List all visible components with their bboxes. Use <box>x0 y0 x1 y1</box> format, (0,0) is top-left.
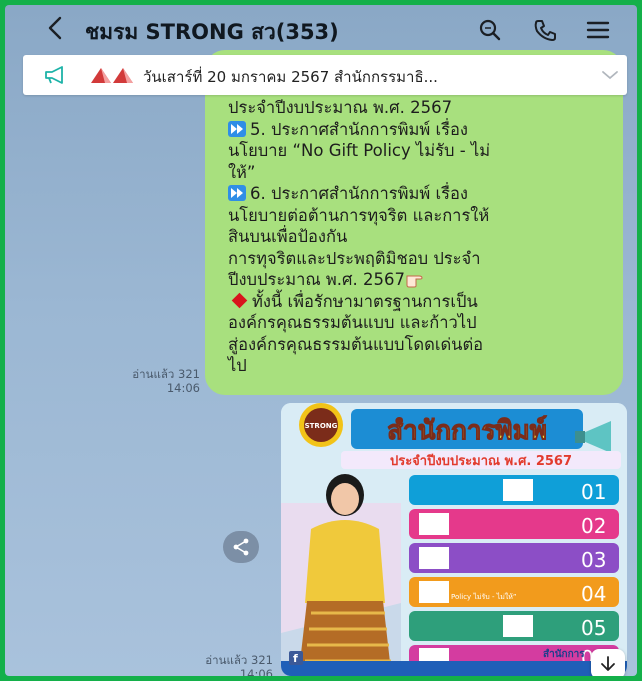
svg-text:สำนักการ: สำนักการ <box>543 648 585 660</box>
menu-icon[interactable] <box>585 17 611 43</box>
tent-emoji-icon <box>91 68 133 83</box>
back-icon[interactable] <box>45 15 67 41</box>
chat-header: ชมรม STRONG สว(353) <box>5 5 637 53</box>
message-line: นโยบาย “No Gift Policy ไม่รับ - ไม่ <box>228 141 491 160</box>
read-receipt: อ่านแล้ว 321 14:06 <box>205 653 273 676</box>
message-line: ทั้งนี้ เพื่อรักษามาตรฐานการเป็น <box>228 291 613 313</box>
svg-text:04: 04 <box>581 582 606 606</box>
svg-text:05: 05 <box>581 616 606 640</box>
chevron-down-icon[interactable] <box>601 68 619 82</box>
message-line: นโยบายต่อต้านการทุจริต และการให้ <box>228 205 490 225</box>
message-line: ไป <box>228 356 247 375</box>
message-line: ให้” <box>228 162 256 182</box>
scroll-down-button[interactable] <box>591 649 625 676</box>
pointing-hand-icon <box>406 275 423 288</box>
share-icon <box>233 538 249 556</box>
read-receipt: อ่านแล้ว 321 14:06 <box>132 367 200 395</box>
fast-forward-icon <box>228 185 246 201</box>
message-line: 6. ประกาศสำนักการพิมพ์ เรื่อง <box>228 183 613 205</box>
svg-text:f: f <box>293 652 298 665</box>
poster-graphic: STRONG สำนักการพิมพ์ ประจำปีงบประมาณ พ.ศ… <box>281 403 627 676</box>
search-icon[interactable] <box>477 17 503 43</box>
megaphone-icon <box>45 66 63 84</box>
poster-subtitle: ประจำปีงบประมาณ พ.ศ. 2567 <box>390 453 572 469</box>
message-line: ปีงบประมาณ พ.ศ. 2567 <box>228 269 613 291</box>
message-line: การทุจริตและประพฤติมิชอบ ประจำ <box>228 248 481 268</box>
phone-icon[interactable] <box>532 17 558 43</box>
message-line: สู่องค์กรคุณธรรมต้นแบบโดดเด่นต่อ <box>228 334 484 354</box>
svg-text:“No Gift Policy ไม่รับ - ไม่ให: “No Gift Policy ไม่รับ - ไม่ให้” <box>421 592 517 601</box>
poster-title: สำนักการพิมพ์ <box>387 415 547 446</box>
chat-window: ชมรม STRONG สว(353) วันเสาร์ที่ 20 มกราค… <box>5 5 637 676</box>
poster-image[interactable]: STRONG สำนักการพิมพ์ ประจำปีงบประมาณ พ.ศ… <box>281 403 627 676</box>
message-line: สินบนเพื่อป้องกัน <box>228 227 348 246</box>
message-line: องค์กรคุณธรรมต้นแบบ และก้าวไป <box>228 313 477 332</box>
announcement-text: วันเสาร์ที่ 20 มกราคม 2567 สำนักกรรมาธิ.… <box>143 68 438 86</box>
message-line: ประจำปีงบประมาณ พ.ศ. 2567 <box>228 98 453 117</box>
share-button[interactable] <box>223 531 259 563</box>
fast-forward-icon <box>228 120 246 137</box>
svg-text:01: 01 <box>581 480 606 504</box>
svg-text:STRONG: STRONG <box>305 422 338 430</box>
svg-text:02: 02 <box>581 514 606 538</box>
message-line: 5. ประกาศสำนักการพิมพ์ เรื่อง <box>228 119 613 141</box>
message-text: ประจำปีงบประมาณ พ.ศ. 2567 5. ประกาศสำนัก… <box>228 97 613 377</box>
chat-title: ชมรม STRONG สว(353) <box>85 20 339 44</box>
svg-text:03: 03 <box>581 548 606 572</box>
announcement-bar[interactable]: วันเสาร์ที่ 20 มกราคม 2567 สำนักกรรมาธิ.… <box>23 55 627 95</box>
arrow-down-icon <box>601 656 615 671</box>
red-diamond-icon <box>231 292 248 308</box>
